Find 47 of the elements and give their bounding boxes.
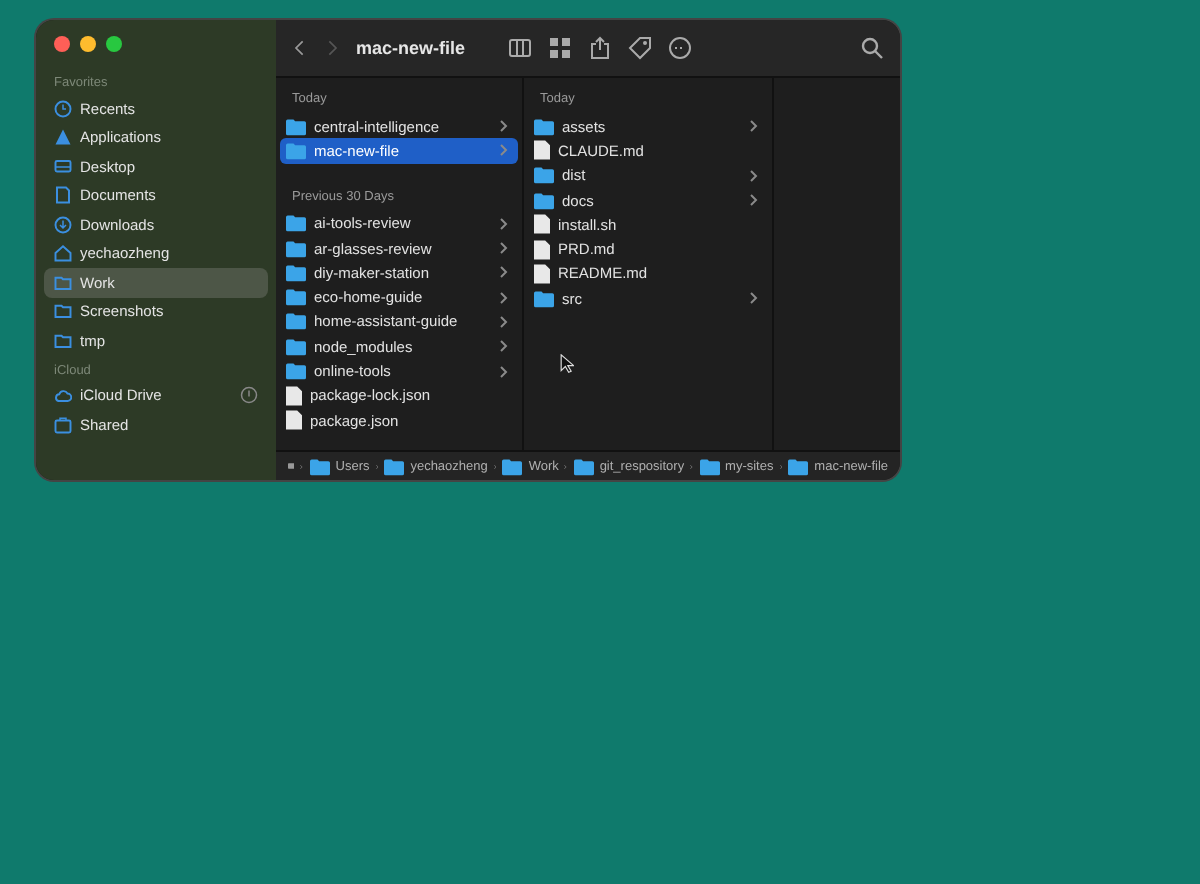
folder-icon xyxy=(309,457,330,475)
document-icon xyxy=(534,214,550,235)
folder-icon xyxy=(534,191,554,210)
folder-icon xyxy=(502,457,523,475)
document-icon xyxy=(534,239,550,260)
grid-icon[interactable] xyxy=(548,36,572,60)
shared-icon xyxy=(54,415,72,434)
columns-view-icon[interactable] xyxy=(508,36,532,60)
window-title: mac-new-file xyxy=(356,38,468,58)
cursor-icon xyxy=(560,354,574,374)
home-icon xyxy=(54,244,72,263)
folder-icon xyxy=(286,288,306,307)
search-icon[interactable] xyxy=(860,36,884,60)
document-icon xyxy=(54,186,72,205)
share-icon[interactable] xyxy=(588,36,612,60)
folder-icon xyxy=(534,289,554,308)
tag-icon[interactable] xyxy=(628,36,652,60)
folder-icon xyxy=(286,214,306,233)
document-icon xyxy=(286,410,302,431)
apps-icon xyxy=(54,128,72,147)
folder-icon xyxy=(286,263,306,282)
document-icon xyxy=(286,385,302,406)
desktop-icon xyxy=(54,157,72,176)
folder-icon xyxy=(286,362,306,381)
folder-icon xyxy=(286,312,306,331)
cloud-icon xyxy=(54,386,72,405)
folder-icon xyxy=(534,117,554,136)
zoom-button[interactable] xyxy=(106,36,122,52)
chevron-icon xyxy=(750,120,758,133)
folder-icon xyxy=(286,337,306,356)
clock-icon xyxy=(54,99,72,118)
folder-icon xyxy=(286,141,306,160)
folder-icon xyxy=(286,239,306,258)
folder-icon xyxy=(384,457,405,475)
document-icon xyxy=(534,263,550,284)
more-icon[interactable] xyxy=(668,36,692,60)
folder-icon xyxy=(699,457,720,475)
folder-icon xyxy=(573,457,594,475)
back-icon[interactable] xyxy=(292,36,308,60)
close-button[interactable] xyxy=(54,36,70,52)
download-icon xyxy=(54,215,72,234)
folder-icon xyxy=(286,117,306,136)
folder-icon xyxy=(534,166,554,185)
folder-icon xyxy=(788,457,809,475)
document-icon xyxy=(534,140,550,161)
minimize-button[interactable] xyxy=(80,36,96,52)
chevron-icon xyxy=(750,292,758,305)
